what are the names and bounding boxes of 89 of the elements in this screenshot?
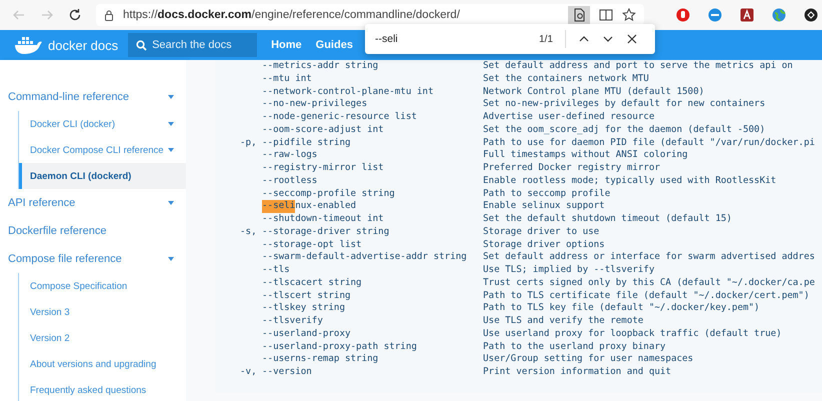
- flag-text: nux-enabled: [295, 200, 356, 213]
- flag-text: --tlscert string: [262, 290, 351, 302]
- flag-description: Path to seccomp profile: [483, 188, 610, 200]
- extension-icon[interactable]: [740, 8, 754, 22]
- flag-text: --pidfile string: [262, 136, 351, 150]
- sidebar-item[interactable]: Dockerfile reference: [0, 217, 186, 245]
- flag-text: --userland-proxy: [262, 328, 351, 340]
- flag-text: --seccomp-profile string: [262, 188, 395, 200]
- flag-description: Enable selinux support: [483, 200, 605, 213]
- flag-description: Path to the userland proxy binary: [483, 340, 666, 354]
- whale-logo-icon[interactable]: [14, 35, 44, 55]
- url-text: https://docs.docker.com/engine/reference/commandline/dockerd/: [123, 9, 461, 21]
- sidebar-subitem[interactable]: Docker CLI (docker): [19, 111, 186, 137]
- flag-description: Set default address and port to serve the metrics api on: [483, 60, 793, 73]
- logo-text[interactable]: docker docs: [48, 38, 118, 52]
- flag-description: User/Group setting for user namespaces: [483, 353, 694, 366]
- sidebar-subitem[interactable]: About versions and upgrading: [19, 351, 186, 377]
- flag-text: --userland-proxy-path string: [262, 340, 417, 354]
- globe-icon[interactable]: [772, 8, 786, 22]
- flag-text: --version: [262, 366, 312, 379]
- flag-description: Print version information and quit: [483, 366, 672, 379]
- flag-description: Trust certs signed only by this CA (default "~/.docker/ca.pe: [483, 276, 815, 290]
- flag-text: --storage-opt list: [262, 238, 362, 252]
- flag-description: Enable rootless mode; typically used with RootlessKit: [483, 174, 776, 188]
- flag-description: Storage driver to use: [483, 226, 600, 238]
- nav-link[interactable]: Guides: [316, 39, 353, 51]
- flag-description: Full timestamps without ANSI coloring: [483, 149, 688, 162]
- match-count: 1/1: [539, 34, 553, 44]
- flag-description: Use userland proxy for loopback traffic (default true): [483, 328, 782, 340]
- flag-description: Use TLS and verify the remote: [483, 315, 644, 328]
- flag-text: --rootless: [262, 174, 318, 188]
- sidebar-item[interactable]: Command-line reference: [0, 83, 186, 111]
- flag-text: --tlscacert string: [262, 276, 362, 290]
- flag-text: --raw-logs: [262, 149, 318, 162]
- flag-description: Set no-new-privileges by default for new containers: [483, 98, 766, 111]
- flag-description: Set default address or interface for swarm advertised addres: [483, 251, 815, 264]
- flag-text: --metrics-addr string: [262, 60, 378, 73]
- caret-icon: [168, 95, 174, 99]
- caret-icon: [168, 257, 174, 261]
- refresh-icon[interactable]: [68, 8, 82, 22]
- caret-icon: [168, 201, 174, 205]
- flag-description: Preferred Docker registry mirror: [483, 162, 660, 175]
- sidebar-subitem[interactable]: Docker Compose CLI reference: [19, 137, 186, 163]
- sidebar-subitem[interactable]: Daemon CLI (dockerd): [19, 163, 186, 189]
- caret-icon: [168, 122, 174, 126]
- extension-icon[interactable]: [804, 8, 818, 22]
- flag-description: Advertise user-defined resource: [483, 111, 654, 124]
- sidebar-item[interactable]: API reference: [0, 189, 186, 217]
- flag-text: --oom-score-adjust int: [262, 124, 384, 136]
- flag-text: --shutdown-timeout int: [262, 213, 384, 226]
- reader-icon[interactable]: [599, 8, 613, 22]
- flag-description: Path to TLS key file (default "~/.docker/key.pem"): [483, 302, 760, 315]
- nav-link[interactable]: Home: [271, 39, 302, 51]
- flag-text: --no-new-privileges: [262, 98, 368, 111]
- flag-description: Storage driver options: [483, 238, 605, 252]
- flag-text: --node-generic-resource list: [262, 111, 417, 124]
- search-highlight: --seli: [262, 200, 296, 213]
- sidebar-item[interactable]: Compose file reference: [0, 245, 186, 273]
- sidebar-subitem[interactable]: Version 2: [19, 325, 186, 351]
- search-field[interactable]: Search the docs: [128, 33, 258, 57]
- sidebar-subitem[interactable]: Version 3: [19, 299, 186, 325]
- favorite-star-icon[interactable]: [622, 8, 636, 22]
- flag-text: --tls: [262, 264, 290, 277]
- close-icon[interactable]: [626, 33, 638, 45]
- flag-text: --storage-driver string: [262, 226, 390, 238]
- sidebar-subitem[interactable]: Compose Specification: [19, 273, 186, 299]
- flag-text: --swarm-default-advertise-addr string: [262, 251, 467, 264]
- find-in-page-icon[interactable]: [568, 6, 590, 24]
- caret-icon: [168, 148, 174, 152]
- flag-description: Set the default shutdown timeout (default 15): [483, 213, 732, 226]
- flag-description: Path to use for daemon PID file (default "/var/run/docker.pi: [483, 136, 815, 150]
- short-flag-text: -p,: [240, 136, 258, 150]
- flag-description: Set the oom_score_adj for the daemon (default -500): [483, 124, 766, 136]
- flag-text: --registry-mirror list: [262, 162, 384, 175]
- flag-description: Set the containers network MTU: [483, 72, 649, 86]
- lock-icon: [104, 10, 114, 20]
- address-bar[interactable]: https://docs.docker.com/engine/reference/commandline/dockerd/: [96, 4, 644, 26]
- search-icon: [136, 40, 148, 50]
- flag-text: --network-control-plane-mtu int: [262, 86, 434, 98]
- flag-text: --tlskey string: [262, 302, 345, 315]
- flag-description: Network Control plane MTU (default 1500): [483, 86, 704, 98]
- flag-description: Path to TLS certificate file (default "~/.docker/cert.pem"): [483, 290, 810, 302]
- flag-text: --tlsverify: [262, 315, 323, 328]
- short-flag-text: -s,: [240, 226, 258, 238]
- flag-description: Use TLS; implied by --tlsverify: [483, 264, 654, 277]
- sidebar-subitem[interactable]: Frequently asked questions: [19, 377, 186, 401]
- short-flag-text: -v,: [240, 366, 258, 379]
- flag-text: --userns-remap string: [262, 353, 378, 366]
- flag-text: --mtu int: [262, 72, 312, 86]
